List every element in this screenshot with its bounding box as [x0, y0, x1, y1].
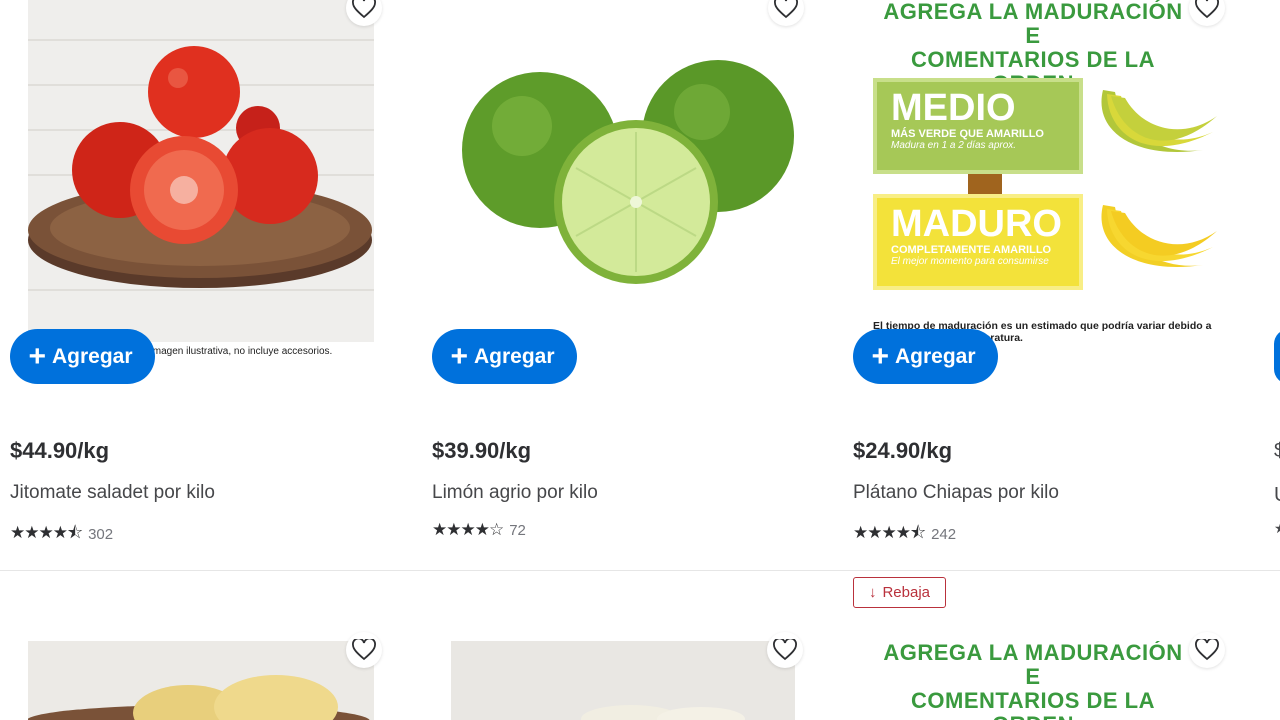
star-rating-icon: ★★★★☆	[432, 520, 504, 539]
product-image-banana-ripeness-2[interactable]: AGREGA LA MADURACIÓN E COMENTARIOS DE LA…	[853, 641, 1223, 720]
ripeness-connector	[968, 174, 1002, 194]
product-image-potato[interactable]	[28, 641, 374, 720]
add-button-label: Agregar	[52, 344, 133, 368]
sale-badge-label: Rebaja	[882, 584, 931, 601]
banana-icon	[1101, 90, 1217, 267]
product-image-tomato[interactable]	[28, 0, 374, 342]
review-count: 242	[931, 526, 957, 543]
add-button-partial[interactable]	[1274, 329, 1280, 384]
product-price: $39.90/kg	[432, 438, 532, 463]
star-rating-icon: ★★★★⯪	[10, 523, 83, 542]
ripeness-maduro-box: MADURO COMPLETAMENTE AMARILLO El mejor m…	[873, 194, 1083, 290]
star-rating-partial-icon: ★	[1274, 520, 1280, 537]
favorite-heart-icon[interactable]	[346, 632, 382, 668]
plus-icon: +	[28, 339, 46, 373]
plus-icon: +	[871, 339, 889, 373]
product-title[interactable]: Jitomate saladet por kilo	[10, 482, 215, 504]
star-rating-icon: ★★★★⯪	[853, 523, 926, 542]
ripeness-maduro-title: MADURO	[891, 203, 1062, 245]
product-price: $44.90/kg	[10, 438, 110, 463]
favorite-heart-icon[interactable]	[767, 632, 803, 668]
banner-headline-line1: AGREGA LA MADURACIÓN E	[883, 641, 1183, 689]
banner-headline: AGREGA LA MADURACIÓN E COMENTARIOS DE LA…	[873, 641, 1193, 720]
product-image-lime[interactable]	[450, 0, 796, 342]
product-card: Imagen ilustrativa, no incluye accesorio…	[10, 0, 390, 560]
add-button-label: Agregar	[895, 344, 976, 368]
product-title[interactable]: Plátano Chiapas por kilo	[853, 482, 1059, 504]
row-divider	[0, 570, 1280, 571]
arrow-down-icon: ↓	[868, 584, 877, 601]
product-rating: ★★★★☆ 72	[432, 520, 526, 540]
review-count: 72	[509, 521, 526, 539]
ripeness-medio-note: Madura en 1 a 2 días aprox.	[891, 140, 1017, 151]
sale-badge: ↓ Rebaja	[853, 577, 946, 608]
add-button[interactable]: + Agregar	[853, 329, 998, 384]
product-card: AGREGA LA MADURACIÓN E COMENTARIOS DE LA…	[853, 0, 1233, 560]
product-price: $24.90/kg	[853, 438, 953, 463]
banner-headline-line2: COMENTARIOS DE LA ORDEN	[911, 688, 1155, 720]
ripeness-maduro-subtitle: COMPLETAMENTE AMARILLO	[891, 244, 1052, 256]
product-title[interactable]: Limón agrio por kilo	[432, 482, 598, 504]
favorite-heart-icon[interactable]	[1189, 632, 1225, 668]
plus-icon: +	[450, 339, 468, 373]
product-image-onion[interactable]	[451, 641, 795, 720]
review-count: 302	[88, 526, 114, 543]
ripeness-medio-box: MEDIO MÁS VERDE QUE AMARILLO Madura en 1…	[873, 78, 1083, 174]
add-button[interactable]: + Agregar	[10, 329, 155, 384]
ripeness-maduro-note: El mejor momento para consumirse	[891, 256, 1049, 267]
product-rating: ★★★★⯪ 302	[10, 520, 113, 549]
product-price-partial: $	[1274, 440, 1280, 462]
image-caption: Imagen ilustrativa, no incluye accesorio…	[150, 346, 333, 357]
ripeness-medio-title: MEDIO	[891, 87, 1016, 129]
add-button-label: Agregar	[474, 344, 555, 368]
product-card: + Agregar $39.90/kg Limón agrio por kilo …	[432, 0, 812, 560]
add-button[interactable]: + Agregar	[432, 329, 577, 384]
banner-headline-line1: AGREGA LA MADURACIÓN E	[883, 0, 1183, 48]
product-title-partial: U	[1274, 484, 1280, 507]
product-image-banana-ripeness[interactable]: AGREGA LA MADURACIÓN E COMENTARIOS DE LA…	[853, 0, 1223, 342]
ripeness-medio-subtitle: MÁS VERDE QUE AMARILLO	[891, 128, 1044, 140]
product-rating: ★★★★⯪ 242	[853, 520, 956, 549]
